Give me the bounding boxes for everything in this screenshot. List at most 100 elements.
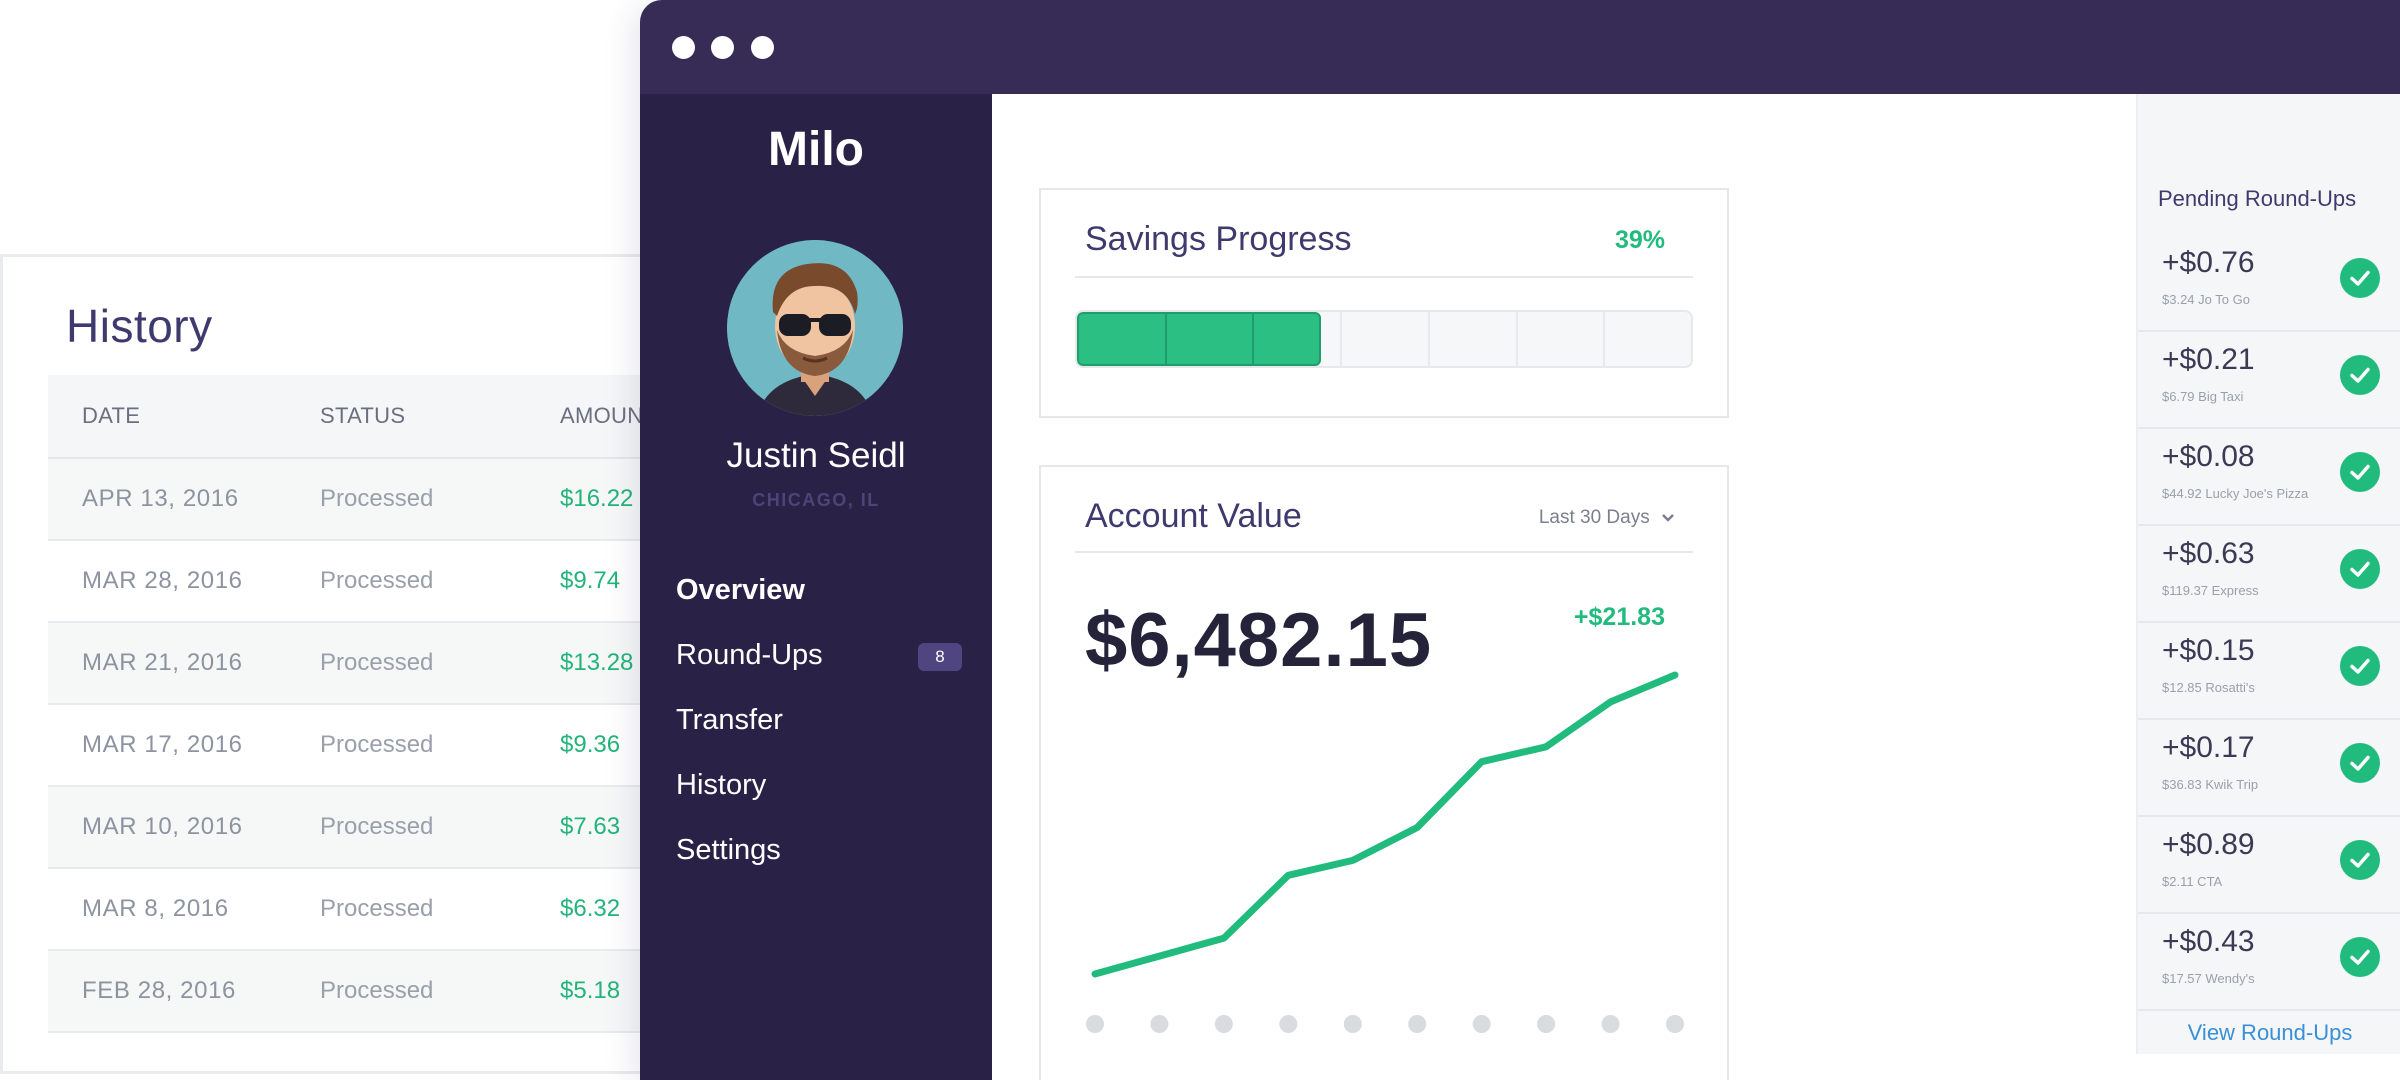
savings-progress-fill xyxy=(1077,312,1322,366)
window-close-dot[interactable] xyxy=(672,36,695,59)
history-card: History DATE STATUS AMOUNT APR 13, 2016 P… xyxy=(0,254,748,1074)
row-status: Processed xyxy=(320,731,434,758)
row-amount: $7.63 xyxy=(560,813,621,840)
x-axis-day-marker[interactable] xyxy=(1472,1015,1491,1033)
x-axis-day-marker[interactable] xyxy=(1408,1015,1427,1033)
savings-progress-title: Savings Progress xyxy=(1085,220,1352,258)
row-amount: $6.32 xyxy=(560,895,621,922)
row-status: Processed xyxy=(320,485,434,512)
history-title: History xyxy=(66,300,213,352)
round-up-description: $12.85 Rosatti's xyxy=(2162,680,2255,695)
row-date: APR 13, 2016 xyxy=(82,485,239,512)
row-date: FEB 28, 2016 xyxy=(82,977,236,1004)
row-status: Processed xyxy=(320,649,434,676)
round-up-amount: +$0.63 xyxy=(2162,537,2255,570)
savings-percent: 39% xyxy=(1614,226,1665,254)
check-icon[interactable] xyxy=(2340,452,2380,492)
list-item[interactable]: +$0.08 $44.92 Lucky Joe's Pizza xyxy=(2138,428,2400,526)
window-minimize-dot[interactable] xyxy=(711,36,734,59)
nav-settings[interactable]: Settings xyxy=(676,834,781,867)
row-date: MAR 10, 2016 xyxy=(82,813,243,840)
round-up-amount: +$0.89 xyxy=(2162,828,2255,861)
row-date: MAR 17, 2016 xyxy=(82,731,243,758)
x-axis-day-marker[interactable] xyxy=(1150,1015,1169,1033)
row-date: MAR 21, 2016 xyxy=(82,649,243,676)
round-up-amount: +$0.08 xyxy=(2162,440,2255,473)
progress-segment-divider xyxy=(1515,312,1518,366)
list-item[interactable]: +$0.76 $3.24 Jo To Go xyxy=(2138,234,2400,332)
round-up-description: $36.83 Kwik Trip xyxy=(2162,777,2259,792)
row-amount: $13.28 xyxy=(560,649,634,676)
round-up-description: $6.79 Big Taxi xyxy=(2162,389,2244,404)
window-maximize-dot[interactable] xyxy=(751,36,774,59)
list-item[interactable]: +$0.15 $12.85 Rosatti's xyxy=(2138,622,2400,720)
pending-round-ups-title: Pending Round-Ups xyxy=(2158,186,2357,211)
avatar[interactable] xyxy=(727,240,903,416)
row-status: Processed xyxy=(320,567,434,594)
x-axis-day-marker[interactable] xyxy=(1537,1015,1556,1033)
row-amount: $5.18 xyxy=(560,977,621,1004)
round-up-amount: +$0.15 xyxy=(2162,634,2255,667)
row-amount: $9.36 xyxy=(560,731,621,758)
round-up-description: $119.37 Express xyxy=(2162,583,2259,598)
progress-segment-divider xyxy=(1427,312,1430,366)
list-item[interactable]: +$0.17 $36.83 Kwik Trip xyxy=(2138,719,2400,817)
check-icon[interactable] xyxy=(2340,355,2380,395)
x-axis-day-marker[interactable] xyxy=(1343,1015,1362,1033)
x-axis-day-marker[interactable] xyxy=(1214,1015,1233,1033)
user-name: Justin Seidl xyxy=(726,436,906,475)
x-axis-day-marker[interactable] xyxy=(1279,1015,1298,1033)
check-icon[interactable] xyxy=(2340,840,2380,880)
account-value-card: Account Value Last 30 Days $6,482.15 +$2… xyxy=(1039,465,1729,1080)
nav-round-ups[interactable]: Round-Ups xyxy=(676,639,823,672)
row-date: MAR 28, 2016 xyxy=(82,567,243,594)
row-amount: $9.74 xyxy=(560,567,621,594)
view-round-ups-link[interactable]: View Round-Ups xyxy=(2138,1020,2400,1046)
list-item[interactable]: +$0.63 $119.37 Express xyxy=(2138,525,2400,623)
row-status: Processed xyxy=(320,813,434,840)
round-up-description: $2.11 CTA xyxy=(2162,874,2223,889)
round-up-description: $3.24 Jo To Go xyxy=(2162,292,2250,307)
window-titlebar xyxy=(640,0,2400,94)
savings-divider xyxy=(1075,276,1693,278)
account-value-series-line xyxy=(1091,671,1679,978)
x-axis-day-marker[interactable] xyxy=(1086,1015,1104,1033)
check-icon[interactable] xyxy=(2340,646,2380,686)
progress-segment-divider xyxy=(1164,312,1167,366)
check-icon[interactable] xyxy=(2340,258,2380,298)
savings-progress-card: Savings Progress 39% xyxy=(1039,188,1729,418)
x-axis-day-marker[interactable] xyxy=(1666,1015,1684,1033)
progress-segment-divider xyxy=(1252,312,1255,366)
column-header-status[interactable]: STATUS xyxy=(320,403,405,429)
column-header-date[interactable]: DATE xyxy=(82,403,140,429)
round-ups-count-badge: 8 xyxy=(918,643,962,671)
round-up-amount: +$0.76 xyxy=(2162,246,2255,279)
row-amount: $16.22 xyxy=(560,485,634,512)
round-up-amount: +$0.21 xyxy=(2162,343,2255,376)
savings-progress-bar xyxy=(1075,310,1693,368)
account-value-chart xyxy=(1086,671,1684,1033)
row-status: Processed xyxy=(320,977,434,1004)
row-date: MAR 8, 2016 xyxy=(82,895,229,922)
nav-transfer[interactable]: Transfer xyxy=(676,704,783,737)
nav-overview[interactable]: Overview xyxy=(676,574,805,607)
check-icon[interactable] xyxy=(2340,549,2380,589)
round-up-description: $44.92 Lucky Joe's Pizza xyxy=(2162,486,2309,501)
progress-segment-divider xyxy=(1603,312,1606,366)
check-icon[interactable] xyxy=(2340,743,2380,783)
row-status: Processed xyxy=(320,895,434,922)
list-item[interactable]: +$0.89 $2.11 CTA xyxy=(2138,816,2400,914)
check-icon[interactable] xyxy=(2340,937,2380,977)
x-axis-day-marker[interactable] xyxy=(1601,1015,1620,1033)
user-location: CHICAGO, IL xyxy=(752,490,880,510)
list-item[interactable]: +$0.43 $17.57 Wendy's xyxy=(2138,913,2400,1011)
pending-round-ups-panel: Pending Round-Ups +$0.76 $3.24 Jo To Go +$… xyxy=(2136,94,2400,1054)
round-up-amount: +$0.43 xyxy=(2162,925,2255,958)
sidebar: Milo Justin Seidl CHICAGO, IL Overview R… xyxy=(640,94,992,1080)
list-item[interactable]: +$0.21 $6.79 Big Taxi xyxy=(2138,331,2400,429)
round-up-description: $17.57 Wendy's xyxy=(2162,971,2255,986)
progress-segment-divider xyxy=(1340,312,1343,366)
round-up-amount: +$0.17 xyxy=(2162,731,2255,764)
app-logo[interactable]: Milo xyxy=(640,122,992,177)
nav-history[interactable]: History xyxy=(676,769,766,802)
